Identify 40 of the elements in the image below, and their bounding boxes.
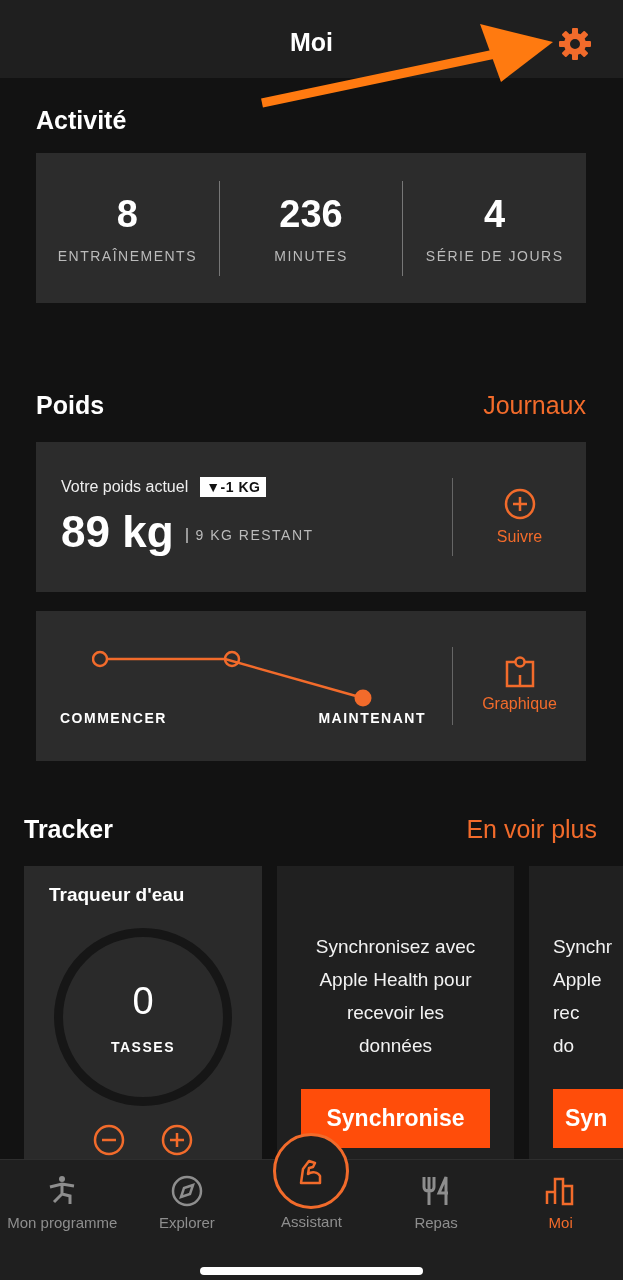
sync-description: Synchronisez avec Apple Health pour recevoir les données <box>315 935 476 1058</box>
settings-icon[interactable] <box>559 28 591 60</box>
progress-label: MAINTENANT <box>318 710 426 726</box>
sync-button[interactable]: Syn <box>553 1089 623 1148</box>
stat-value: 236 <box>279 192 343 236</box>
stat-value: 4 <box>484 192 506 236</box>
minus-circle-icon[interactable] <box>93 1124 125 1156</box>
weight-change-badge: ▼-1 KG <box>200 477 267 497</box>
section-title: Tracker <box>24 815 113 844</box>
card-title: Traqueur d'eau <box>48 883 185 906</box>
progress-label: COMMENCER <box>60 710 167 726</box>
plus-circle-icon[interactable] <box>161 1124 193 1156</box>
stat-label: ENTRAÎNEMENTS <box>57 247 197 264</box>
clipboard-icon[interactable] <box>504 656 535 688</box>
tab-bar-item[interactable]: Repas <box>373 1174 499 1248</box>
plus-circle-icon[interactable] <box>503 488 536 520</box>
tab-bar-item[interactable]: Explorer <box>124 1174 250 1248</box>
cup-unit: TASSES <box>111 1038 175 1055</box>
compass-icon <box>169 1174 204 1208</box>
weight-value: 89 kg <box>61 507 174 557</box>
tab-bar-item[interactable]: Mon programme <box>0 1174 125 1248</box>
section-title: Activité <box>36 106 127 135</box>
see-more-link[interactable]: Journaux <box>483 391 586 420</box>
cup-count: 0 <box>132 979 154 1023</box>
chart-point <box>354 689 372 707</box>
tab-bar-item[interactable]: Moi <box>498 1174 623 1248</box>
stat-label: SÉRIE DE JOURS <box>425 247 564 264</box>
see-more-link[interactable]: En voir plus <box>466 815 597 844</box>
track-weight-button[interactable]: Suivre <box>496 528 543 546</box>
current-weight-label: Votre poids actuel <box>61 478 189 496</box>
sync-description: Synchr Apple rec do <box>553 935 613 1058</box>
page-title: Moi <box>290 28 333 57</box>
sync-button[interactable]: Synchronise <box>301 1089 490 1148</box>
section-title: Poids <box>36 391 105 420</box>
stat-value: 8 <box>116 192 138 236</box>
remaining-label: 9 KG RESTANT <box>185 527 314 543</box>
stat-label: MINUTES <box>274 247 348 264</box>
chart-point <box>92 650 109 668</box>
chart-point <box>223 650 241 668</box>
chart-button[interactable]: Graphique <box>479 692 560 716</box>
